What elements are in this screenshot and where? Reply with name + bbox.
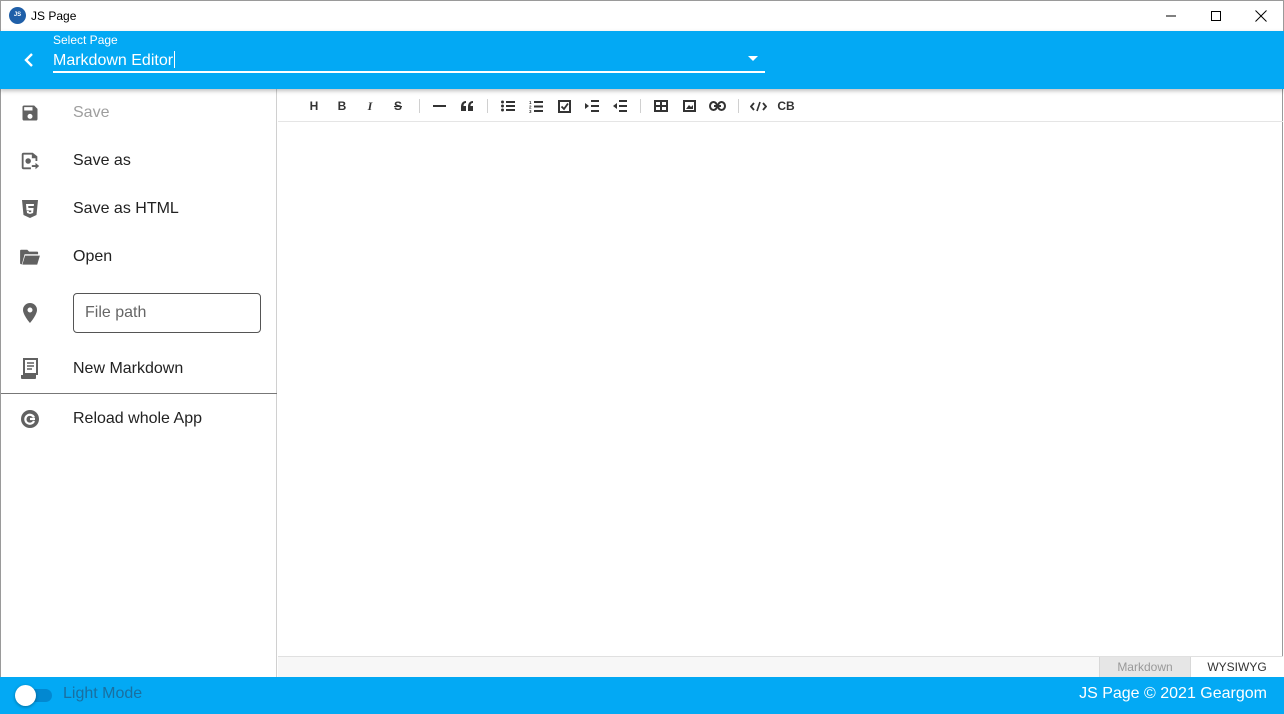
heading-button[interactable]: H	[302, 94, 326, 118]
save-icon	[19, 102, 41, 124]
reload-icon	[19, 408, 41, 430]
text-cursor	[174, 51, 176, 68]
sidebar-item-open[interactable]: Open	[1, 233, 277, 281]
document-icon	[19, 358, 41, 380]
link-icon	[708, 101, 726, 111]
window-titlebar: JS JS Page	[0, 0, 1284, 31]
task-list-button[interactable]	[552, 94, 576, 118]
location-pin-icon	[19, 302, 41, 324]
folder-open-icon	[19, 246, 41, 268]
theme-mode-label: Light Mode	[63, 685, 143, 702]
bold-button[interactable]: B	[330, 94, 354, 118]
copyright-text: JS Page © 2021 Geargom	[1079, 685, 1267, 702]
wysiwyg-mode-tab[interactable]: WYSIWYG	[1190, 657, 1283, 677]
svg-text:3: 3	[529, 109, 532, 113]
page-select-label: Select Page	[53, 33, 118, 47]
image-icon	[682, 100, 696, 112]
horizontal-rule-icon	[432, 105, 446, 107]
editor-mode-switch: Markdown WYSIWYG	[278, 656, 1283, 677]
link-button[interactable]	[705, 94, 729, 118]
toolbar-separator	[487, 99, 488, 113]
markdown-editor: H B I S 123 CB Markdown WYSIWYG	[278, 89, 1283, 677]
quote-icon	[460, 101, 473, 111]
sidebar-item-label: Open	[73, 248, 113, 265]
editor-content-area[interactable]	[278, 123, 1283, 656]
theme-toggle-knob[interactable]	[15, 685, 36, 706]
code-icon	[749, 101, 767, 111]
file-path-input[interactable]	[73, 293, 261, 333]
table-icon	[654, 100, 668, 112]
html5-icon	[19, 198, 41, 220]
strike-button[interactable]: S	[386, 94, 410, 118]
sidebar-item-label: Save	[73, 104, 110, 121]
sidebar-item-save-as-html[interactable]: Save as HTML	[1, 185, 277, 233]
sidebar-item-new-markdown[interactable]: New Markdown	[1, 345, 277, 393]
sidebar-divider	[1, 393, 277, 394]
bullet-list-icon	[501, 100, 515, 112]
minimize-icon	[1166, 15, 1176, 17]
sidebar-item-save[interactable]: Save	[1, 89, 277, 137]
back-button[interactable]	[14, 47, 44, 73]
dropdown-arrow-icon[interactable]	[747, 55, 759, 62]
page-select-value: Markdown Editor	[53, 52, 174, 69]
minimize-button[interactable]	[1148, 1, 1194, 31]
toolbar-separator	[738, 99, 739, 113]
quote-button[interactable]	[455, 94, 479, 118]
ordered-list-button[interactable]: 123	[524, 94, 548, 118]
footer: Light Mode JS Page © 2021 Geargom	[0, 677, 1284, 714]
sidebar-item-label: Save as HTML	[73, 200, 179, 217]
toolbar-separator	[419, 99, 420, 113]
window-title: JS Page	[31, 9, 77, 23]
italic-button[interactable]: I	[358, 94, 382, 118]
sidebar-item-label: Save as	[73, 152, 131, 169]
close-icon	[1255, 10, 1267, 22]
toolbar-separator	[640, 99, 641, 113]
chevron-left-icon	[24, 53, 33, 67]
indent-button[interactable]	[580, 94, 604, 118]
checkbox-icon	[557, 99, 571, 113]
codeblock-button[interactable]: CB	[774, 94, 798, 118]
maximize-button[interactable]	[1193, 1, 1239, 31]
sidebar: Save Save as Save as HTML Open New Markd…	[0, 89, 277, 677]
hr-button[interactable]	[427, 94, 451, 118]
page-select-underline	[53, 71, 765, 73]
indent-icon	[585, 100, 599, 112]
ordered-list-icon: 123	[529, 100, 543, 113]
outdent-button[interactable]	[608, 94, 632, 118]
page-select[interactable]: Markdown Editor	[53, 51, 176, 70]
app-bar: Select Page Markdown Editor	[0, 31, 1284, 89]
sidebar-item-save-as[interactable]: Save as	[1, 137, 277, 185]
maximize-icon	[1211, 11, 1221, 21]
close-button[interactable]	[1238, 1, 1284, 31]
markdown-mode-tab[interactable]: Markdown	[1099, 657, 1190, 677]
sidebar-item-label: New Markdown	[73, 360, 184, 377]
outdent-icon	[613, 100, 627, 112]
image-button[interactable]	[677, 94, 701, 118]
app-logo-icon: JS	[9, 7, 26, 24]
code-button[interactable]	[746, 94, 770, 118]
editor-toolbar: H B I S 123 CB	[278, 89, 1283, 122]
table-button[interactable]	[649, 94, 673, 118]
bullet-list-button[interactable]	[496, 94, 520, 118]
sidebar-item-reload[interactable]: Reload whole App	[1, 395, 277, 443]
save-as-icon	[19, 150, 41, 172]
sidebar-item-label: Reload whole App	[73, 410, 202, 427]
